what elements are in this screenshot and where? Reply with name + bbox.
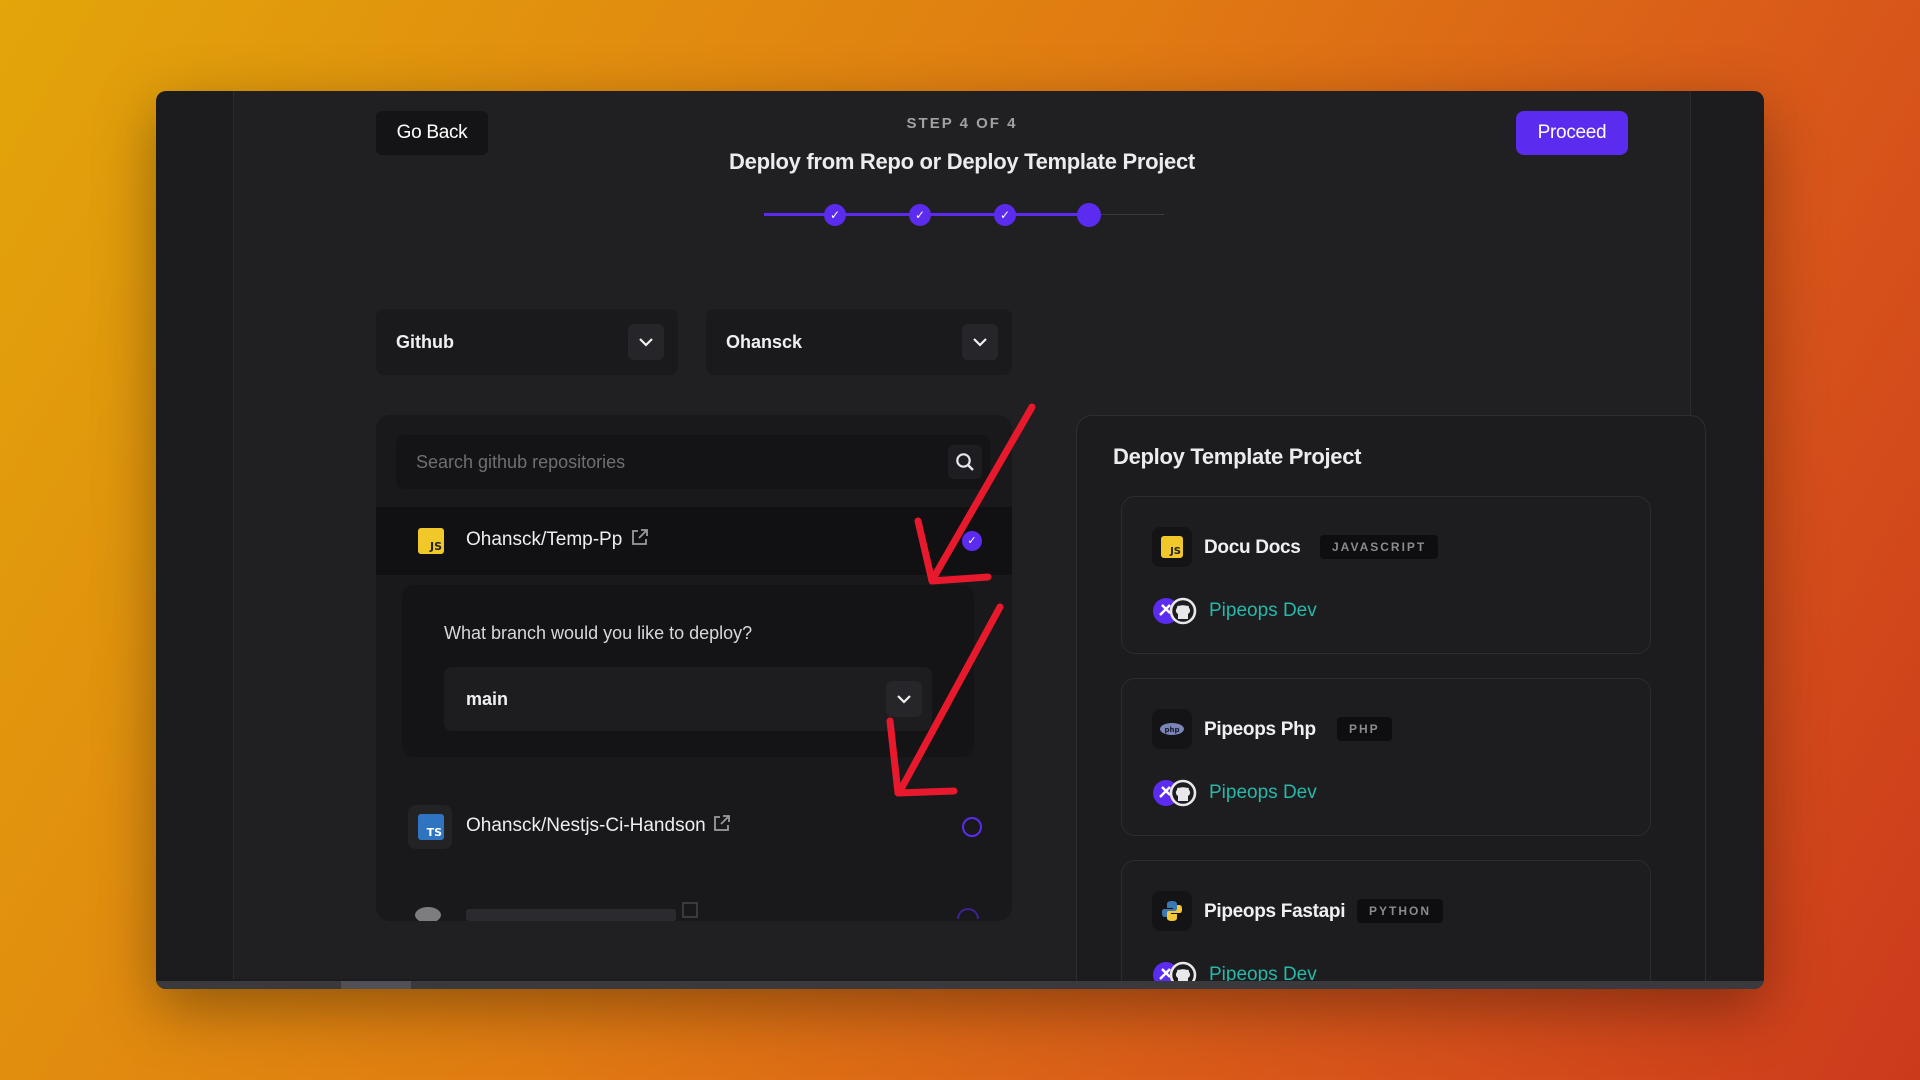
account-select[interactable]: Ohansck (706, 309, 1012, 375)
branch-select[interactable]: main (444, 667, 932, 731)
python-icon (1152, 891, 1192, 931)
template-name: Pipeops Fastapi (1204, 901, 1346, 922)
stepper-line-remaining (1094, 214, 1164, 215)
branch-question: What branch would you like to deploy? (444, 623, 753, 643)
repo-search (396, 435, 990, 489)
php-icon: php (1152, 709, 1192, 749)
javascript-icon: JS (418, 528, 444, 554)
page-title: Deploy from Repo or Deploy Template Proj… (729, 149, 1195, 174)
template-name: Docu Docs (1204, 537, 1301, 558)
step-4-current-dot (1077, 203, 1101, 227)
repo-name: Ohansck/Nestjs-Ci-Handson (466, 815, 706, 836)
language-tag: JAVASCRIPT (1320, 535, 1439, 559)
provider-select[interactable]: Github (376, 309, 678, 375)
chevron-down-icon[interactable] (628, 324, 664, 360)
template-panel-title: Deploy Template Project (1113, 444, 1362, 469)
annotation-arrow-search (914, 403, 1036, 585)
partially-hidden-repo-row (415, 902, 979, 921)
external-link-icon[interactable] (630, 527, 650, 547)
branch-select-value: main (466, 689, 509, 709)
provider-select-value: Github (396, 332, 454, 352)
template-card-pipeops-fastapi[interactable]: Pipeops Fastapi PYTHON Pipeops Dev (1121, 860, 1651, 989)
repo-row-nestjs[interactable]: TS Ohansck/Nestjs-Ci-Handson (376, 793, 1012, 861)
template-card-pipeops-php[interactable]: php Pipeops Php PHP Pipeops Dev (1121, 678, 1651, 836)
step-label: STEP 4 OF 4 (906, 115, 1018, 132)
main-content: Go Back Proceed STEP 4 OF 4 Deploy from … (233, 91, 1706, 989)
template-author-link[interactable]: Pipeops Dev (1209, 600, 1317, 622)
pipeops-github-icon (1153, 597, 1197, 625)
language-tag: PHP (1337, 717, 1392, 741)
scrollbar-thumb[interactable] (341, 981, 411, 989)
typescript-icon: TS (418, 814, 444, 840)
pipeops-github-icon (1153, 779, 1197, 807)
language-tag: PYTHON (1357, 899, 1444, 923)
annotation-arrow-branch (886, 603, 1004, 797)
template-name: Pipeops Php (1204, 719, 1316, 740)
step-3-check-icon: ✓ (994, 204, 1016, 226)
search-input[interactable] (396, 435, 936, 489)
progress-stepper: ✓ ✓ ✓ (764, 199, 1164, 229)
repo-unselected-radio[interactable] (962, 817, 982, 837)
template-panel: Deploy Template Project JS Docu Docs JAV… (1076, 415, 1706, 989)
svg-text:php: php (1164, 726, 1179, 734)
template-card-docu-docs[interactable]: JS Docu Docs JAVASCRIPT Pipeops Dev (1121, 496, 1651, 654)
chevron-down-icon[interactable] (962, 324, 998, 360)
step-2-check-icon: ✓ (909, 204, 931, 226)
template-author-link[interactable]: Pipeops Dev (1209, 782, 1317, 804)
javascript-icon: JS (1152, 527, 1192, 567)
repo-name: Ohansck/Temp-Pp (466, 529, 623, 550)
external-link-icon[interactable] (712, 813, 732, 833)
app-window: Go Back Proceed STEP 4 OF 4 Deploy from … (156, 91, 1764, 989)
step-1-check-icon: ✓ (824, 204, 846, 226)
account-select-value: Ohansck (726, 332, 803, 352)
